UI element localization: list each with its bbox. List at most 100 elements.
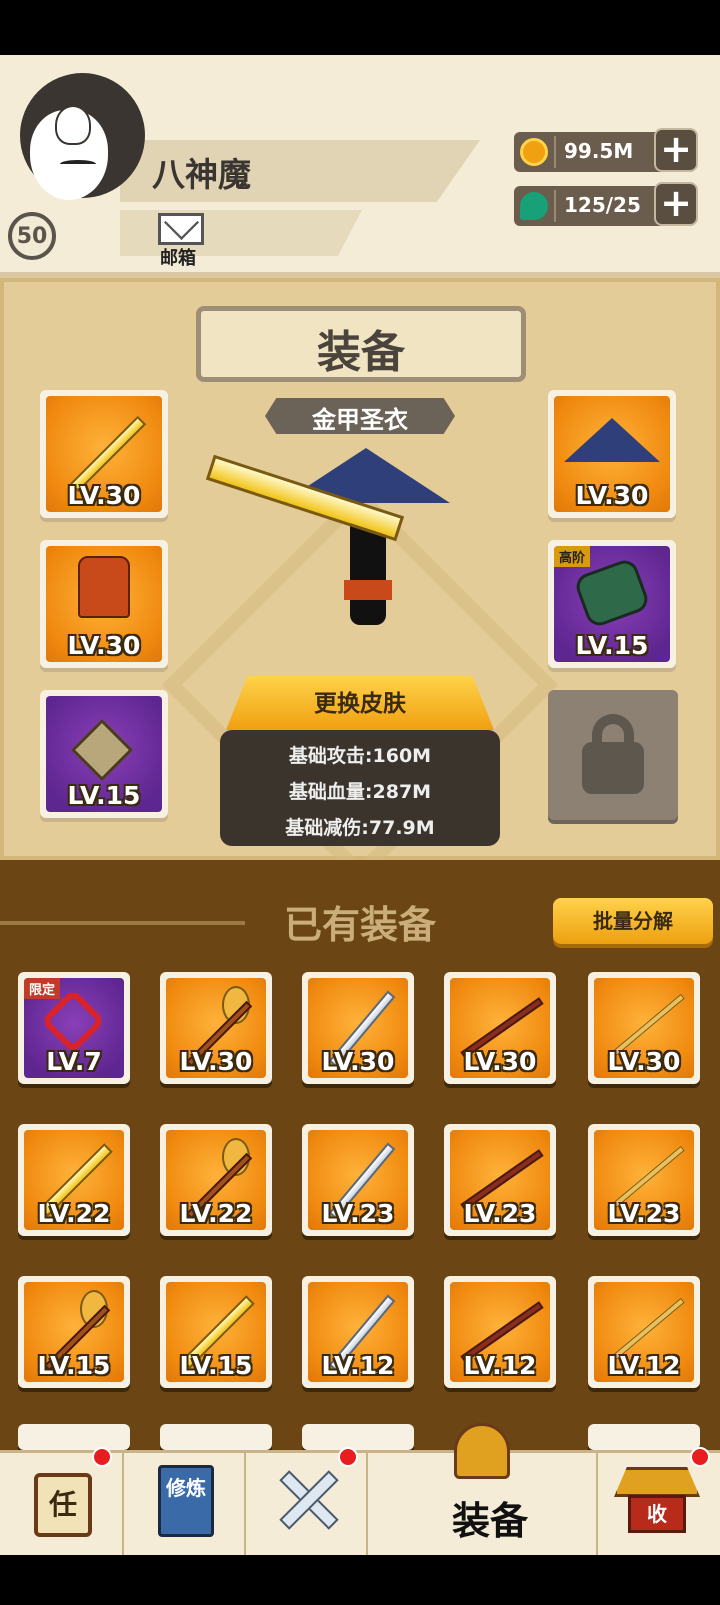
gem-amount: 125/25	[564, 193, 641, 217]
inventory-item-partial[interactable]	[18, 1424, 130, 1450]
add-gem-button[interactable]: +	[654, 182, 698, 226]
item-level: LV.12	[463, 1351, 537, 1380]
amulet-slot[interactable]: LV.15	[40, 690, 168, 818]
item-level: LV.12	[321, 1351, 395, 1380]
inventory-item[interactable]: LV.22	[160, 1124, 272, 1236]
pavilion-sign: 收	[628, 1495, 686, 1533]
item-frame: LV.30	[594, 978, 694, 1078]
mail-plate	[120, 210, 362, 256]
inventory-item[interactable]: LV.12	[588, 1276, 700, 1388]
hat-slot[interactable]: LV.30	[548, 390, 676, 518]
skin-name: 金甲圣衣	[312, 406, 408, 434]
item-frame: LV.30	[166, 978, 266, 1078]
item-frame: LV.12	[594, 1282, 694, 1382]
inventory-item[interactable]: LV.23	[444, 1124, 556, 1236]
notification-dot	[690, 1447, 710, 1467]
inventory-item[interactable]: LV.30	[588, 972, 700, 1084]
status-bar	[0, 0, 720, 55]
title-divider	[0, 921, 245, 925]
change-skin-label[interactable]: 更换皮肤	[226, 684, 494, 718]
add-gold-button[interactable]: +	[654, 128, 698, 172]
equipment-title: 装备	[317, 327, 405, 378]
hero-belt	[344, 580, 392, 600]
weapon-slot[interactable]: LV.30	[40, 390, 168, 518]
inventory-item[interactable]: LV.23	[302, 1124, 414, 1236]
inventory-item[interactable]: LV.15	[160, 1276, 272, 1388]
item-frame: LV.15	[24, 1282, 124, 1382]
item-level: LV.15	[37, 1351, 111, 1380]
inventory-title: 已有装备	[283, 903, 436, 947]
lock-icon-body	[582, 742, 644, 794]
inventory-item[interactable]: LV.30	[302, 972, 414, 1084]
nav-battle[interactable]	[246, 1447, 368, 1558]
gem-resource: 125/25 +	[514, 182, 698, 226]
item-level: LV.30	[463, 1047, 537, 1076]
base-stats-panel: 基础攻击:160M 基础血量:287M 基础减伤:77.9M	[220, 730, 500, 846]
bracer-icon	[572, 556, 652, 630]
inventory-item-partial[interactable]	[160, 1424, 272, 1450]
slot-level: LV.30	[575, 481, 649, 510]
item-level: LV.23	[463, 1199, 537, 1228]
jade-gem-icon	[520, 192, 548, 220]
item-frame: LV.23	[308, 1130, 408, 1230]
item-level: LV.22	[179, 1199, 253, 1228]
inventory-item[interactable]: LV.15	[18, 1276, 130, 1388]
gold-amount: 99.5M	[564, 139, 634, 163]
item-level: LV.15	[179, 1351, 253, 1380]
nav-task[interactable]: 任	[0, 1447, 124, 1558]
amulet-icon	[70, 718, 134, 782]
item-level: LV.23	[321, 1199, 395, 1228]
inventory-item[interactable]: LV.22	[18, 1124, 130, 1236]
bulk-decompose-button[interactable]: 批量分解	[553, 898, 713, 944]
inventory-item[interactable]: LV.30	[444, 972, 556, 1084]
item-level: LV.30	[179, 1047, 253, 1076]
inventory-item-partial[interactable]	[588, 1424, 700, 1450]
base-hp: 基础血量:287M	[288, 781, 432, 803]
item-level: LV.7	[46, 1047, 102, 1076]
slot-level: LV.15	[575, 631, 649, 660]
helmet-icon	[454, 1423, 510, 1479]
nav-collect[interactable]: 收	[598, 1447, 720, 1558]
slot-level: LV.30	[67, 481, 141, 510]
straw-hat-icon	[564, 418, 660, 462]
slot-level: LV.30	[67, 631, 141, 660]
notification-dot	[92, 1447, 112, 1467]
inventory-item[interactable]: LV.30	[160, 972, 272, 1084]
mail-label[interactable]: 邮箱	[160, 244, 196, 270]
item-level: LV.12	[607, 1351, 681, 1380]
item-level: LV.30	[321, 1047, 395, 1076]
avatar-tuft	[55, 105, 91, 145]
item-level: LV.22	[37, 1199, 111, 1228]
inventory-item[interactable]: 限定 LV.7	[18, 972, 130, 1084]
nav-cultivate[interactable]: 修炼	[124, 1453, 246, 1558]
item-frame: LV.30	[450, 978, 550, 1078]
locked-slot[interactable]	[548, 690, 678, 820]
inventory-item[interactable]: LV.12	[444, 1276, 556, 1388]
item-frame: LV.23	[450, 1130, 550, 1230]
item-frame: LV.22	[24, 1130, 124, 1230]
system-nav-bar	[0, 1555, 720, 1605]
task-scroll-icon: 任	[34, 1473, 92, 1537]
rarity-tag: 高阶	[554, 546, 591, 567]
item-frame: LV.22	[166, 1130, 266, 1230]
item-frame: LV.12	[450, 1282, 550, 1382]
gold-coin-icon	[520, 138, 548, 166]
limited-tag: 限定	[24, 978, 61, 999]
inventory-item[interactable]: LV.12	[302, 1276, 414, 1388]
base-attack: 基础攻击:160M	[288, 745, 432, 767]
inventory-item-partial[interactable]	[302, 1424, 414, 1450]
item-frame: 限定 LV.7	[24, 978, 124, 1078]
item-frame: LV.12	[308, 1282, 408, 1382]
armor-slot[interactable]: LV.30	[40, 540, 168, 668]
inventory-item[interactable]: LV.23	[588, 1124, 700, 1236]
player-name: 八神魔	[152, 155, 251, 194]
armor-icon	[78, 556, 130, 618]
item-level: LV.23	[607, 1199, 681, 1228]
pavilion-roof-icon	[614, 1467, 700, 1497]
player-level-badge: 50	[8, 212, 56, 260]
slot-level: LV.15	[67, 781, 141, 810]
bracer-slot[interactable]: 高阶 LV.15	[548, 540, 676, 668]
notification-dot	[338, 1447, 358, 1467]
nav-equipment-label: 装备	[451, 1499, 528, 1543]
mail-icon[interactable]	[158, 213, 204, 245]
